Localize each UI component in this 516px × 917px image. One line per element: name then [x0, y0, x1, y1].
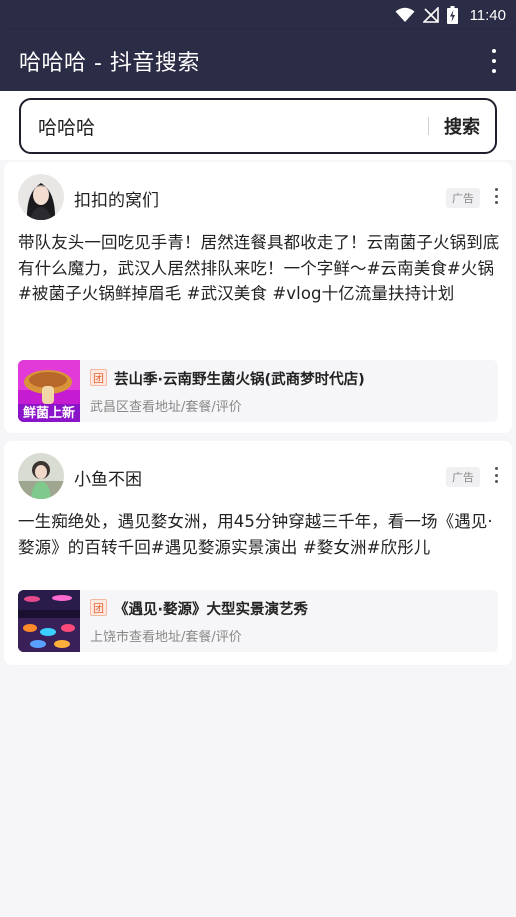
- poi-title: 《遇见·婺源》大型实景演艺秀: [114, 602, 309, 618]
- author-name[interactable]: 扣扣的窝们: [74, 186, 159, 211]
- poi-thumbnail: 鲜菌上新: [18, 360, 80, 422]
- wifi-icon: [395, 7, 415, 22]
- search-area: 搜索: [0, 91, 516, 160]
- ad-badge: 广告: [446, 467, 480, 487]
- poi-thumbnail: [18, 590, 80, 652]
- more-vert-icon[interactable]: [488, 49, 500, 73]
- tuan-tag: 团: [90, 369, 107, 386]
- post-text[interactable]: 一生痴绝处，遇见婺女洲，用45分钟穿越三千年，看一场《遇见·婺源》的百转千回#遇…: [18, 509, 500, 560]
- search-button[interactable]: 搜索: [429, 100, 495, 152]
- poi-thumbnail-text: 鲜菌上新: [23, 405, 75, 421]
- avatar[interactable]: [18, 174, 64, 220]
- more-options-icon[interactable]: [493, 188, 499, 204]
- poi-link-card[interactable]: 团 《遇见·婺源》大型实景演艺秀 上饶市查看地址/套餐/评价: [18, 590, 498, 652]
- feed-card[interactable]: 小鱼不困 广告 一生痴绝处，遇见婺女洲，用45分钟穿越三千年，看一场《遇见·婺源…: [4, 441, 512, 665]
- search-box: 搜索: [19, 98, 497, 154]
- more-options-icon[interactable]: [493, 467, 499, 483]
- poi-title: 芸山季·云南野生菌火锅(武商梦时代店): [114, 372, 365, 388]
- status-bar: 11:40: [0, 0, 516, 30]
- poi-link-card[interactable]: 鲜菌上新 团 芸山季·云南野生菌火锅(武商梦时代店) 武昌区查看地址/套餐/评价: [18, 360, 498, 422]
- no-signal-icon: [422, 7, 439, 23]
- status-time: 11:40: [469, 6, 506, 24]
- search-input[interactable]: [21, 100, 428, 152]
- poi-subtitle: 上饶市查看地址/套餐/评价: [90, 630, 242, 645]
- poi-subtitle: 武昌区查看地址/套餐/评价: [90, 400, 242, 415]
- tuan-tag: 团: [90, 599, 107, 616]
- avatar[interactable]: [18, 453, 64, 499]
- author-name[interactable]: 小鱼不困: [74, 465, 142, 490]
- app-bar: 哈哈哈 - 抖音搜索: [0, 30, 516, 91]
- ad-badge: 广告: [446, 188, 480, 208]
- battery-charging-icon: [446, 6, 458, 24]
- app-title: 哈哈哈 - 抖音搜索: [19, 50, 200, 76]
- feed-card[interactable]: 扣扣的窝们 广告 带队友头一回吃见手青！居然连餐具都收走了！云南菌子火锅到底有什…: [4, 162, 512, 433]
- post-text[interactable]: 带队友头一回吃见手青！居然连餐具都收走了！云南菌子火锅到底有什么魔力，武汉人居然…: [18, 230, 500, 307]
